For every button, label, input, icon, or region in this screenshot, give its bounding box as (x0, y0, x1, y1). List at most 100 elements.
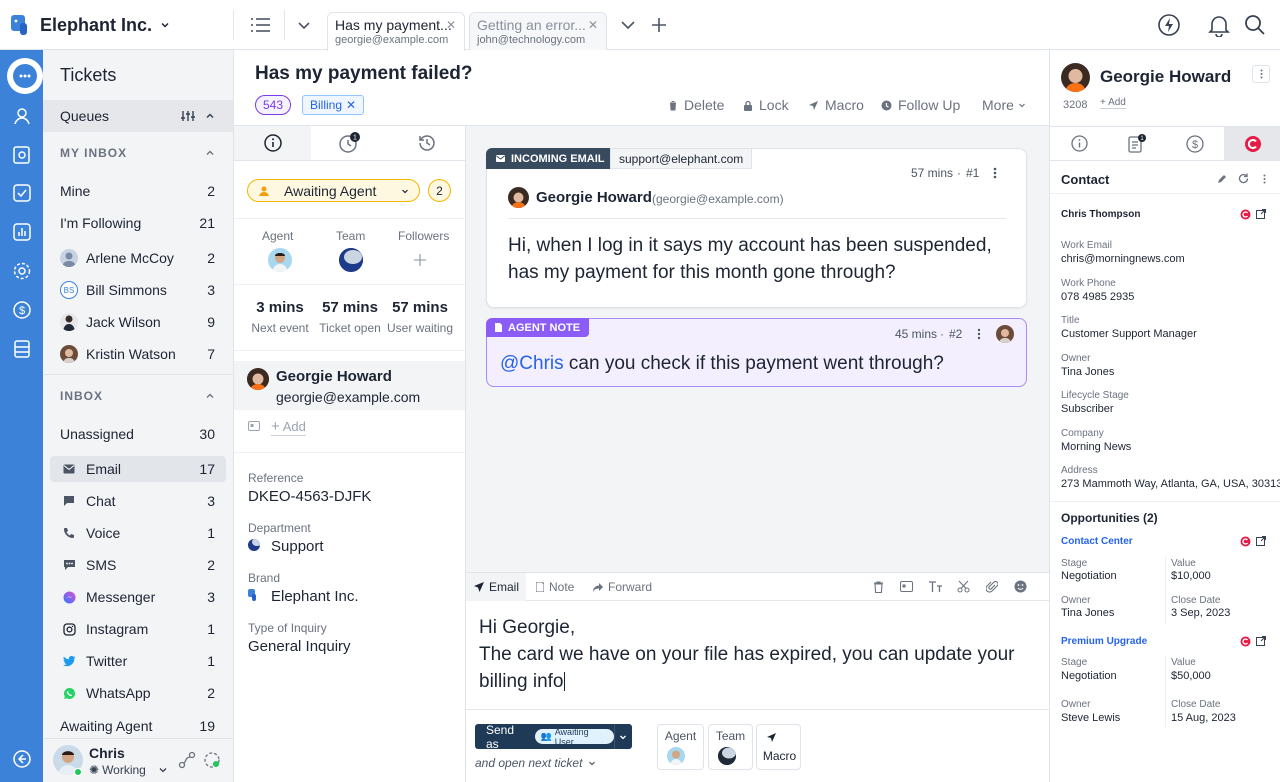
send-as-button[interactable]: Send as 👥 Awaiting User (475, 723, 632, 751)
tab-contact-billing[interactable]: $ (1166, 127, 1224, 160)
follow-up-button[interactable]: Follow Up (881, 97, 960, 113)
status-dropdown[interactable]: Awaiting Agent (247, 179, 420, 202)
sidebar-item-mine[interactable]: Mine 2 (43, 175, 233, 207)
external-link-icon[interactable] (1256, 636, 1266, 646)
user-icon[interactable] (11, 105, 33, 127)
sidebar-item-unassigned[interactable]: Unassigned 30 (43, 418, 233, 450)
plus-icon[interactable] (650, 16, 668, 34)
label-tag-billing[interactable]: Billing ✕ (302, 95, 365, 115)
queues-header[interactable]: Queues (43, 100, 233, 132)
lock-button[interactable]: Lock (743, 97, 789, 113)
tab-sla[interactable]: 1 (311, 126, 388, 161)
macro-button[interactable]: Macro (808, 97, 864, 113)
incoming-email-message[interactable]: INCOMING EMAIL support@elephant.com 57 m… (486, 148, 1027, 308)
apply-macro-button[interactable]: Macro (756, 724, 801, 770)
brand-switcher[interactable]: Elephant Inc. (10, 12, 170, 38)
emoji-icon[interactable] (1014, 580, 1027, 593)
tab-contact-info[interactable] (1050, 127, 1108, 160)
agent-avatar[interactable] (268, 248, 292, 272)
bell-icon[interactable] (1208, 13, 1230, 37)
tab-contact-crm[interactable] (1224, 127, 1280, 160)
opportunity-name[interactable]: Contact Center (1061, 536, 1133, 547)
refresh-icon[interactable] (1238, 173, 1249, 184)
settings-gear-icon[interactable] (11, 260, 33, 282)
user-status[interactable]: ✺ Working (89, 763, 167, 777)
task-check-icon[interactable] (11, 182, 33, 204)
ticket-title[interactable]: Has my payment failed? (255, 63, 473, 85)
tab-forward[interactable]: Forward (593, 573, 652, 601)
list-icon[interactable] (250, 15, 272, 35)
sidebar-item-arlene[interactable]: Arlene McCoy 2 (43, 242, 233, 274)
id-card-icon[interactable] (900, 581, 913, 592)
trash-icon[interactable] (873, 581, 884, 593)
user-footer[interactable]: Chris ✺ Working (43, 738, 233, 782)
chevron-up-icon[interactable] (205, 111, 215, 121)
scissors-icon[interactable] (957, 580, 970, 593)
field-value[interactable]: Support (271, 538, 324, 555)
field-value[interactable]: 078 4985 2935 (1061, 291, 1134, 303)
sidebar-item-voice[interactable]: Voice 1 (43, 517, 233, 549)
sidebar-item-bill[interactable]: BS Bill Simmons 3 (43, 274, 233, 306)
tickets-app-button[interactable] (7, 58, 43, 94)
add-requester-link[interactable]: + Add (271, 418, 306, 436)
more-vertical-icon[interactable] (1263, 174, 1266, 184)
team-avatar[interactable] (339, 248, 363, 272)
reports-chart-icon[interactable] (11, 221, 33, 243)
mention[interactable]: @Chris (500, 353, 564, 374)
field-value[interactable]: General Inquiry (248, 638, 351, 655)
sidebar-item-messenger[interactable]: Messenger 3 (43, 581, 233, 613)
more-button[interactable]: More (982, 97, 1026, 113)
paperclip-icon[interactable] (986, 580, 998, 593)
add-field-link[interactable]: + Add (1100, 97, 1126, 109)
more-vertical-icon[interactable] (977, 328, 981, 340)
text-format-icon[interactable] (928, 580, 943, 593)
tab-email-reply[interactable]: Email (466, 573, 526, 601)
chevron-down-icon[interactable] (297, 18, 311, 32)
sidebar-item-awaiting-agent[interactable]: Awaiting Agent 19 (43, 713, 233, 739)
more-vertical-icon[interactable] (993, 167, 997, 179)
contact-menu-button[interactable] (1252, 65, 1270, 83)
sidebar-item-whatsapp[interactable]: WhatsApp 2 (43, 677, 233, 709)
edit-pencil-icon[interactable] (1217, 174, 1227, 184)
tab-note-reply[interactable]: Note (536, 573, 574, 601)
sidebar-item-following[interactable]: I'm Following 21 (43, 207, 233, 239)
reply-text-area[interactable]: Hi Georgie, The card we have on your fil… (466, 602, 1049, 709)
opportunity-name[interactable]: Premium Upgrade (1061, 636, 1147, 647)
assign-agent-button[interactable]: Agent (657, 724, 704, 770)
assign-team-button[interactable]: Team (708, 724, 753, 770)
sidebar-item-instagram[interactable]: Instagram 1 (43, 613, 233, 645)
delete-button[interactable]: Delete (668, 97, 724, 113)
lightning-icon[interactable] (1157, 13, 1181, 37)
requester-card[interactable]: Georgie Howard georgie@example.com (234, 361, 465, 410)
sidebar-item-email[interactable]: Email 17 (43, 453, 233, 485)
knowledge-search-icon[interactable] (11, 144, 33, 166)
search-icon[interactable] (1243, 13, 1267, 37)
field-value[interactable]: chris@morningnews.com (1061, 253, 1185, 265)
tab-history[interactable] (388, 126, 466, 161)
chevron-down-icon[interactable] (620, 18, 636, 32)
tab-info[interactable] (234, 126, 311, 161)
tab-ticket-payment[interactable]: Has my payment... georgie@example.com ✕ (327, 12, 465, 51)
send-options-dropdown[interactable] (613, 724, 632, 749)
billing-dollar-icon[interactable]: $ (11, 299, 33, 321)
filter-sliders-icon[interactable] (181, 110, 195, 122)
chevron-up-icon[interactable] (205, 391, 215, 401)
integration-link-icon[interactable] (178, 751, 196, 769)
chevron-up-icon[interactable] (205, 148, 215, 158)
field-value[interactable]: Elephant Inc. (271, 588, 359, 605)
close-icon[interactable]: ✕ (446, 18, 456, 32)
collapse-sidebar-icon[interactable] (11, 748, 33, 770)
field-value[interactable]: DKEO-4563-DJFK (248, 488, 371, 505)
sidebar-item-chat[interactable]: Chat 3 (43, 485, 233, 517)
tab-contact-tickets[interactable]: 1 (1108, 127, 1166, 160)
sidebar-item-sms[interactable]: SMS 2 (43, 549, 233, 581)
contact-name[interactable]: Georgie Howard (1100, 67, 1231, 87)
close-icon[interactable]: ✕ (588, 18, 598, 32)
agent-note-message[interactable]: AGENT NOTE 45 mins · #2 @Chris can you c… (486, 318, 1027, 387)
external-link-icon[interactable] (1256, 209, 1266, 219)
sidebar-item-twitter[interactable]: Twitter 1 (43, 645, 233, 677)
chat-status-icon[interactable] (203, 751, 221, 769)
database-icon[interactable] (11, 338, 33, 360)
sidebar-item-jack[interactable]: Jack Wilson 9 (43, 306, 233, 338)
next-ticket-option[interactable]: and open next ticket (475, 756, 596, 770)
